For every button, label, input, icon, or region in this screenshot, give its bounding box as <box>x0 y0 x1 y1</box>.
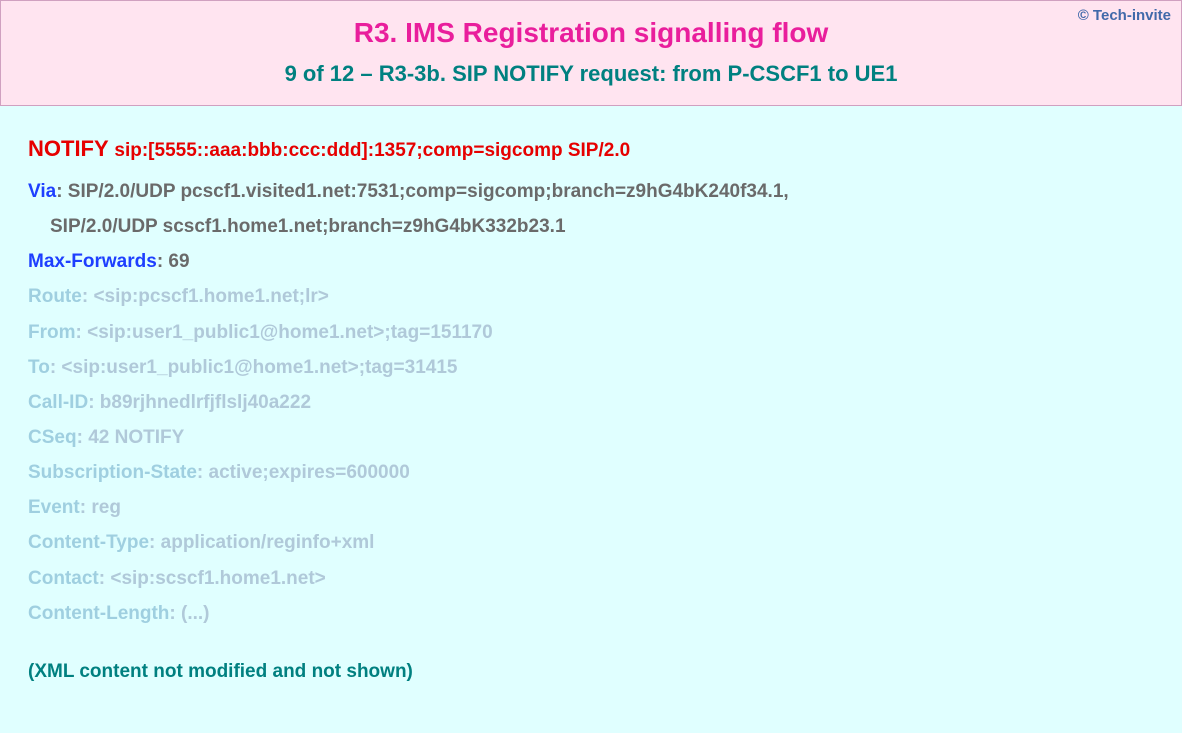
page-subtitle: 9 of 12 – R3-3b. SIP NOTIFY request: fro… <box>21 61 1161 87</box>
content-type-name: Content-Type <box>28 532 149 553</box>
content-length-value: (...) <box>181 603 210 624</box>
cseq-name: CSeq <box>28 427 77 448</box>
to-name: To <box>28 357 50 378</box>
subscription-state-name: Subscription-State <box>28 462 197 483</box>
subscription-state-header: Subscription-State: active;expires=60000… <box>28 455 1154 490</box>
route-value: <sip:pcscf1.home1.net;lr> <box>93 286 328 307</box>
xml-content-note: (XML content not modified and not shown) <box>28 661 1154 683</box>
contact-value: <sip:scscf1.home1.net> <box>110 568 325 589</box>
via-header-cont: SIP/2.0/UDP scscf1.home1.net;branch=z9hG… <box>28 209 1154 244</box>
call-id-header: Call-ID: b89rjhnedlrfjflslj40a222 <box>28 385 1154 420</box>
route-header: Route: <sip:pcscf1.home1.net;lr> <box>28 279 1154 314</box>
content-length-name: Content-Length <box>28 603 169 624</box>
from-value: <sip:user1_public1@home1.net>;tag=151170 <box>87 322 493 343</box>
cseq-header: CSeq: 42 NOTIFY <box>28 420 1154 455</box>
via-value-2: SIP/2.0/UDP scscf1.home1.net;branch=z9hG… <box>28 209 566 244</box>
route-name: Route <box>28 286 82 307</box>
call-id-value: b89rjhnedlrfjflslj40a222 <box>100 392 311 413</box>
contact-header: Contact: <sip:scscf1.home1.net> <box>28 561 1154 596</box>
copyright-text: © Tech-invite <box>1078 7 1171 24</box>
event-value: reg <box>91 497 121 518</box>
content-type-value: application/reginfo+xml <box>161 532 375 553</box>
via-header: Via: SIP/2.0/UDP pcscf1.visited1.net:753… <box>28 174 1154 209</box>
request-uri: sip:[5555::aaa:bbb:ccc:ddd]:1357;comp=si… <box>114 140 630 161</box>
max-forwards-name: Max-Forwards <box>28 251 157 272</box>
from-name: From <box>28 322 76 343</box>
via-value-1: SIP/2.0/UDP pcscf1.visited1.net:7531;com… <box>68 181 789 202</box>
via-header-name: Via <box>28 181 56 202</box>
cseq-value: 42 NOTIFY <box>88 427 184 448</box>
sip-message-body: NOTIFY sip:[5555::aaa:bbb:ccc:ddd]:1357;… <box>0 106 1182 703</box>
contact-name: Contact <box>28 568 99 589</box>
header-banner: © Tech-invite R3. IMS Registration signa… <box>0 0 1182 106</box>
event-name: Event <box>28 497 80 518</box>
request-method: NOTIFY <box>28 136 108 161</box>
content-type-header: Content-Type: application/reginfo+xml <box>28 525 1154 560</box>
page-title: R3. IMS Registration signalling flow <box>21 17 1161 49</box>
to-value: <sip:user1_public1@home1.net>;tag=31415 <box>61 357 457 378</box>
max-forwards-value: 69 <box>168 251 189 272</box>
request-line: NOTIFY sip:[5555::aaa:bbb:ccc:ddd]:1357;… <box>28 136 1154 162</box>
subscription-state-value: active;expires=600000 <box>209 462 410 483</box>
event-header: Event: reg <box>28 490 1154 525</box>
content-length-header: Content-Length: (...) <box>28 596 1154 631</box>
from-header: From: <sip:user1_public1@home1.net>;tag=… <box>28 315 1154 350</box>
to-header: To: <sip:user1_public1@home1.net>;tag=31… <box>28 350 1154 385</box>
call-id-name: Call-ID <box>28 392 88 413</box>
max-forwards-header: Max-Forwards: 69 <box>28 244 1154 279</box>
